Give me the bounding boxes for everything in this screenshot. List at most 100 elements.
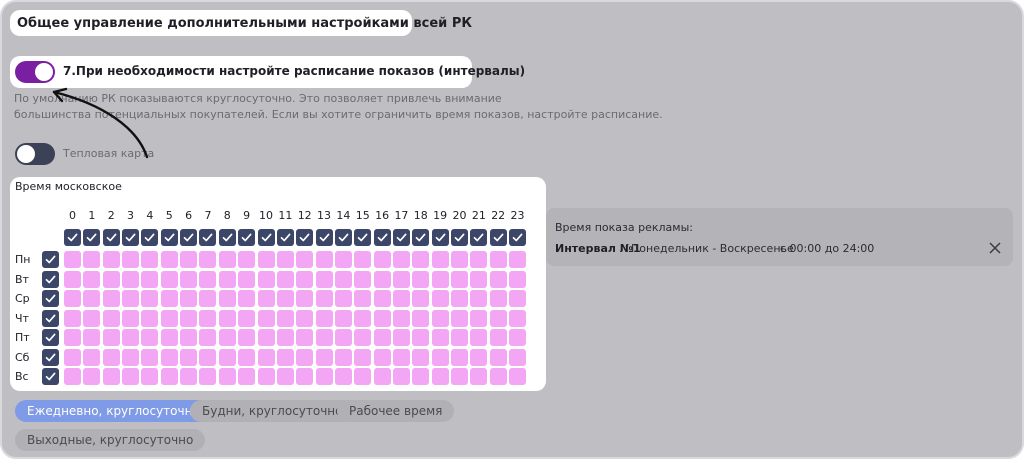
schedule-cell[interactable] <box>451 251 468 268</box>
day-checkbox[interactable] <box>42 348 59 366</box>
schedule-cell[interactable] <box>160 251 178 268</box>
schedule-cell[interactable] <box>392 329 410 346</box>
schedule-cell[interactable] <box>412 368 430 385</box>
hour-checkbox[interactable] <box>276 229 294 246</box>
schedule-cell[interactable] <box>392 251 410 268</box>
schedule-cell[interactable] <box>276 329 294 346</box>
schedule-cell[interactable] <box>180 348 198 366</box>
schedule-cell[interactable] <box>218 290 236 307</box>
schedule-cell[interactable] <box>238 290 256 307</box>
schedule-cell[interactable] <box>470 309 488 327</box>
hour-checkbox[interactable] <box>354 229 372 246</box>
schedule-cell[interactable] <box>257 348 275 366</box>
schedule-cell[interactable] <box>334 368 352 385</box>
schedule-cell[interactable] <box>373 251 391 268</box>
schedule-cell[interactable] <box>334 290 352 307</box>
schedule-cell[interactable] <box>122 270 140 288</box>
hour-checkbox[interactable] <box>451 229 468 246</box>
preset-weekend-button[interactable]: Выходные, круглосуточно <box>15 429 206 451</box>
schedule-cell[interactable] <box>238 368 256 385</box>
hour-checkbox[interactable] <box>509 229 527 246</box>
schedule-cell[interactable] <box>102 251 120 268</box>
day-checkbox[interactable] <box>42 290 59 307</box>
hour-checkbox[interactable] <box>296 229 314 246</box>
schedule-cell[interactable] <box>180 290 198 307</box>
schedule-cell[interactable] <box>257 329 275 346</box>
schedule-cell[interactable] <box>180 270 198 288</box>
schedule-cell[interactable] <box>64 251 81 268</box>
schedule-cell[interactable] <box>64 368 81 385</box>
schedule-cell[interactable] <box>160 368 178 385</box>
schedule-cell[interactable] <box>296 348 314 366</box>
hour-checkbox[interactable] <box>334 229 352 246</box>
schedule-cell[interactable] <box>412 309 430 327</box>
schedule-cell[interactable] <box>83 368 101 385</box>
hour-checkbox[interactable] <box>141 229 159 246</box>
preset-worktime-button[interactable]: Рабочее время <box>337 400 455 422</box>
schedule-cell[interactable] <box>180 368 198 385</box>
hour-checkbox[interactable] <box>392 229 410 246</box>
schedule-cell[interactable] <box>451 309 468 327</box>
schedule-cell[interactable] <box>141 348 159 366</box>
schedule-cell[interactable] <box>315 290 333 307</box>
schedule-cell[interactable] <box>238 251 256 268</box>
schedule-cell[interactable] <box>276 270 294 288</box>
schedule-cell[interactable] <box>122 251 140 268</box>
schedule-cell[interactable] <box>373 329 391 346</box>
schedule-cell[interactable] <box>315 348 333 366</box>
schedule-cell[interactable] <box>141 270 159 288</box>
schedule-cell[interactable] <box>509 368 527 385</box>
schedule-cell[interactable] <box>296 270 314 288</box>
schedule-cell[interactable] <box>431 348 449 366</box>
schedule-cell[interactable] <box>315 251 333 268</box>
schedule-cell[interactable] <box>160 290 178 307</box>
schedule-cell[interactable] <box>509 270 527 288</box>
hour-checkbox[interactable] <box>64 229 81 246</box>
schedule-cell[interactable] <box>160 348 178 366</box>
schedule-cell[interactable] <box>238 270 256 288</box>
schedule-cell[interactable] <box>334 329 352 346</box>
schedule-cell[interactable] <box>257 270 275 288</box>
schedule-cell[interactable] <box>180 329 198 346</box>
schedule-cell[interactable] <box>334 348 352 366</box>
hour-checkbox[interactable] <box>102 229 120 246</box>
schedule-cell[interactable] <box>102 348 120 366</box>
schedule-cell[interactable] <box>489 270 507 288</box>
schedule-cell[interactable] <box>392 368 410 385</box>
schedule-cell[interactable] <box>392 309 410 327</box>
day-checkbox[interactable] <box>42 251 59 268</box>
schedule-cell[interactable] <box>431 368 449 385</box>
schedule-cell[interactable] <box>470 290 488 307</box>
hour-checkbox[interactable] <box>122 229 140 246</box>
schedule-cell[interactable] <box>238 309 256 327</box>
schedule-cell[interactable] <box>238 329 256 346</box>
day-checkbox[interactable] <box>42 309 59 327</box>
schedule-cell[interactable] <box>83 270 101 288</box>
schedule-cell[interactable] <box>83 348 101 366</box>
schedule-cell[interactable] <box>296 368 314 385</box>
day-checkbox[interactable] <box>42 329 59 346</box>
hour-checkbox[interactable] <box>431 229 449 246</box>
schedule-cell[interactable] <box>199 270 217 288</box>
schedule-cell[interactable] <box>509 348 527 366</box>
schedule-cell[interactable] <box>160 270 178 288</box>
schedule-cell[interactable] <box>64 270 81 288</box>
schedule-cell[interactable] <box>489 290 507 307</box>
hour-checkbox[interactable] <box>257 229 275 246</box>
schedule-cell[interactable] <box>489 309 507 327</box>
schedule-cell[interactable] <box>199 348 217 366</box>
schedule-cell[interactable] <box>392 270 410 288</box>
schedule-cell[interactable] <box>64 348 81 366</box>
schedule-cell[interactable] <box>489 329 507 346</box>
schedule-cell[interactable] <box>412 251 430 268</box>
schedule-cell[interactable] <box>412 329 430 346</box>
schedule-cell[interactable] <box>373 348 391 366</box>
schedule-cell[interactable] <box>470 348 488 366</box>
schedule-cell[interactable] <box>83 329 101 346</box>
schedule-cell[interactable] <box>102 329 120 346</box>
schedule-cell[interactable] <box>199 368 217 385</box>
schedule-cell[interactable] <box>257 251 275 268</box>
schedule-cell[interactable] <box>489 368 507 385</box>
schedule-cell[interactable] <box>160 309 178 327</box>
schedule-cell[interactable] <box>122 368 140 385</box>
